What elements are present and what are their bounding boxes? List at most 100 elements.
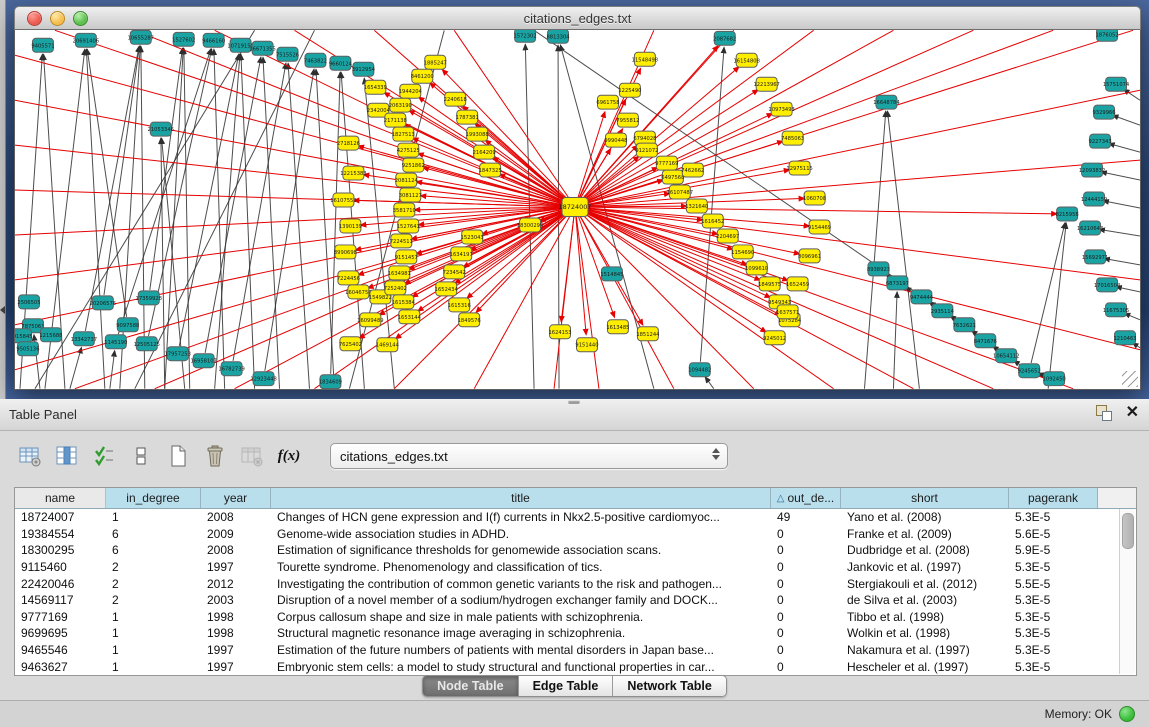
graph-node[interactable]: 16958107 [190, 354, 216, 368]
graph-node[interactable]: 1637571 [776, 305, 799, 319]
table-cell[interactable]: 1 [106, 510, 201, 524]
citation-edge-black[interactable] [241, 54, 255, 388]
graph-node[interactable]: 9245652 [1018, 364, 1041, 378]
graph-node[interactable]: 16782739 [218, 362, 244, 376]
column-header-out-de-[interactable]: △out_de... [771, 488, 841, 508]
graph-node[interactable]: 3581710 [393, 203, 416, 217]
graph-node[interactable]: 1624153 [548, 325, 571, 339]
graph-hub-node[interactable]: 18724007 [559, 198, 592, 217]
graph-node[interactable]: 1092450 [1043, 372, 1066, 386]
graph-node[interactable]: 3915845 [15, 329, 33, 343]
table-row[interactable]: 1938455462009Genome-wide association stu… [15, 526, 1136, 543]
resize-grip[interactable] [1122, 371, 1138, 387]
table-row[interactable]: 1830029562008Estimation of significance … [15, 542, 1136, 559]
table-cell[interactable]: Genome-wide association studies in ADHD. [271, 527, 771, 541]
graph-node[interactable]: 1225490 [618, 83, 641, 97]
graph-node[interactable]: 9251862 [402, 158, 425, 172]
select-rows-icon[interactable] [92, 444, 116, 468]
graph-node[interactable]: 17359928 [136, 291, 162, 305]
table-cell[interactable]: 19384554 [15, 527, 106, 541]
table-cell[interactable]: 5.3E-5 [1009, 593, 1098, 607]
table-cell[interactable]: Disruption of a novel member of a sodium… [271, 593, 771, 607]
citation-edge-black[interactable] [1048, 223, 1066, 389]
table-cell[interactable]: Dudbridge et al. (2008) [841, 543, 1009, 557]
network-window-titlebar[interactable]: citations_edges.txt [14, 6, 1141, 30]
table-cell[interactable]: 2 [106, 593, 201, 607]
graph-node[interactable]: 7234542 [443, 265, 466, 279]
citation-edge-red[interactable] [575, 207, 913, 389]
column-header-pagerank[interactable]: pagerank [1009, 488, 1098, 508]
citation-edge-red[interactable] [394, 207, 575, 389]
graph-node[interactable]: 8215958 [1056, 207, 1079, 221]
graph-node[interactable]: 8938923 [867, 262, 890, 276]
graph-node[interactable]: 1527602 [172, 32, 195, 46]
close-window-button[interactable] [27, 11, 42, 26]
network-window[interactable]: citations_edges.txt 94055712069140610655… [14, 6, 1141, 389]
graph-node[interactable]: 9121072 [635, 143, 658, 157]
tab-network-table[interactable]: Network Table [613, 676, 726, 696]
table-cell[interactable]: 1 [106, 643, 201, 657]
column-header-title[interactable]: title [271, 488, 771, 508]
graph-node[interactable]: 1653144 [398, 310, 422, 324]
table-cell[interactable]: 0 [771, 560, 841, 574]
graph-node[interactable]: 8461200 [411, 69, 434, 83]
graph-node[interactable]: 15751074 [1103, 77, 1130, 91]
graph-node[interactable]: 12975115 [786, 161, 812, 175]
graph-node[interactable]: 12923448 [250, 372, 276, 386]
graph-node[interactable]: 7224511 [390, 234, 413, 248]
graph-node[interactable]: 16648784 [873, 95, 900, 109]
vertical-scrollbar[interactable] [1119, 509, 1135, 674]
citation-edge-red[interactable] [577, 67, 740, 206]
table-cell[interactable]: 2003 [201, 593, 271, 607]
zoom-window-button[interactable] [73, 11, 88, 26]
table-row[interactable]: 946362711997Embryonic stem cells: a mode… [15, 658, 1136, 675]
graph-node[interactable]: 9329966 [1093, 105, 1116, 119]
collapse-panel-icon[interactable] [0, 306, 5, 314]
citation-edge-black[interactable] [1109, 144, 1140, 153]
table-cell[interactable]: Nakamura et al. (1997) [841, 643, 1009, 657]
table-cell[interactable]: 0 [771, 626, 841, 640]
graph-node[interactable]: 7462662 [681, 163, 704, 177]
graph-node[interactable]: 9151457 [395, 250, 418, 264]
graph-node[interactable]: 9227343 [1089, 134, 1112, 148]
table-row[interactable]: 1872400712008Changes of HCN gene express… [15, 509, 1136, 526]
table-cell[interactable]: 2008 [201, 543, 271, 557]
citation-edge-red[interactable] [575, 90, 1140, 207]
column-header-name[interactable]: name [15, 488, 106, 508]
tab-edge-table[interactable]: Edge Table [519, 676, 614, 696]
graph-node[interactable]: 12505125 [134, 337, 160, 351]
graph-node[interactable]: 2081124 [395, 173, 419, 187]
graph-node[interactable]: 4275125 [397, 143, 420, 157]
graph-node[interactable]: 1849576 [458, 313, 481, 327]
table-cell[interactable]: 1997 [201, 643, 271, 657]
graph-node[interactable]: 2718126 [337, 136, 360, 150]
citation-edge-black[interactable] [893, 292, 897, 389]
network-canvas[interactable]: 9405571206914061065528715276029466160107… [14, 30, 1141, 390]
table-cell[interactable]: Changes of HCN gene expression and I(f) … [271, 510, 771, 524]
citation-edge-black[interactable] [233, 63, 286, 361]
close-icon[interactable]: ✕ [1126, 405, 1139, 421]
graph-node[interactable]: 9777169 [655, 156, 678, 170]
graph-node[interactable]: 3912954 [352, 62, 376, 76]
table-cell[interactable]: Jankovic et al. (1997) [841, 560, 1009, 574]
table-row[interactable]: 911546021997Tourette syndrome. Phenomeno… [15, 559, 1136, 576]
citation-edge-black[interactable] [1104, 258, 1140, 264]
citation-edge-black[interactable] [887, 111, 919, 389]
table-cell[interactable]: 22420046 [15, 577, 106, 591]
graph-node[interactable]: 1652459 [786, 277, 809, 291]
table-cell[interactable]: 5.9E-5 [1009, 543, 1098, 557]
graph-node[interactable]: 10654112 [993, 349, 1019, 363]
graph-node[interactable]: 1523043 [461, 230, 484, 244]
citation-edge-red[interactable] [416, 208, 573, 255]
table-row[interactable]: 1456911722003Disruption of a novel membe… [15, 592, 1136, 609]
citation-edge-red[interactable] [575, 209, 586, 335]
graph-node[interactable]: 9151440 [575, 338, 598, 352]
table-cell[interactable]: 5.3E-5 [1009, 660, 1098, 674]
table-cell[interactable]: 9463627 [15, 660, 106, 674]
citation-edge-black[interactable] [705, 377, 714, 389]
graph-node[interactable]: 2204697 [716, 229, 739, 243]
table-row[interactable]: 946554611997Estimation of the future num… [15, 642, 1136, 659]
table-cell[interactable]: 5.6E-5 [1009, 527, 1098, 541]
table-cell[interactable]: 0 [771, 577, 841, 591]
graph-node[interactable]: 11548498 [632, 52, 658, 66]
